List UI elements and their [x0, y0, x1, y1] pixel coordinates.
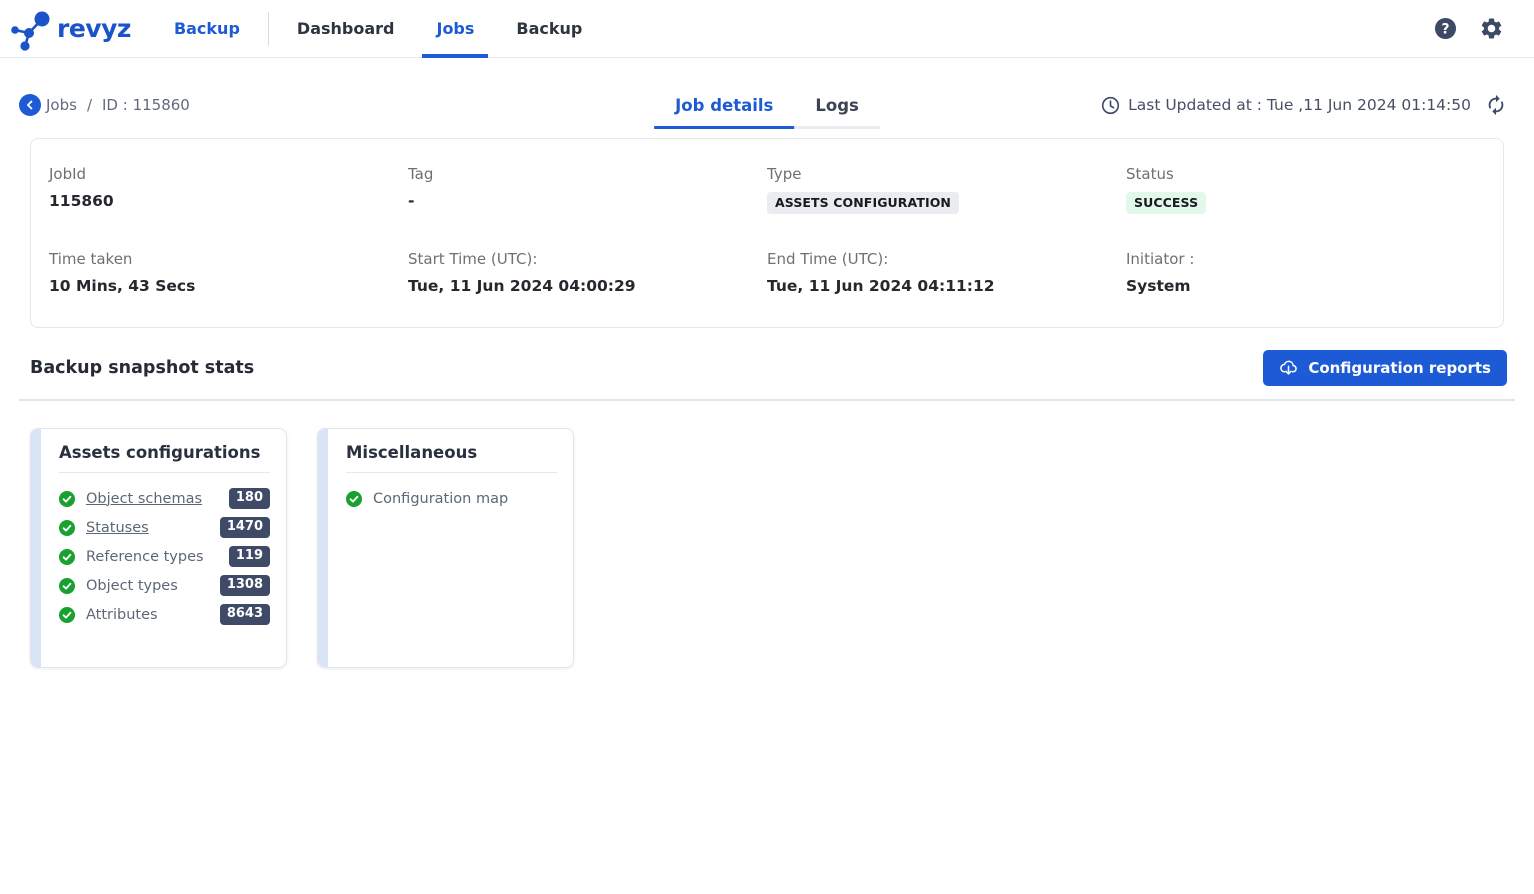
- detail-tabs: Job details Logs: [654, 96, 880, 129]
- brand-name: revyz: [57, 14, 131, 43]
- status-badge: SUCCESS: [1126, 192, 1206, 214]
- check-circle-icon: [59, 520, 75, 536]
- miscellaneous-card: Miscellaneous Configuration map: [317, 428, 574, 668]
- reports-button-label: Configuration reports: [1308, 359, 1491, 377]
- stat-item-label: Attributes: [86, 607, 158, 623]
- job-details-card: JobId 115860 Tag - Type ASSETS CONFIGURA…: [30, 138, 1504, 328]
- stat-cards-row: Assets configurations Object schemas 180…: [30, 428, 1504, 668]
- svg-text:?: ?: [1441, 21, 1449, 37]
- field-value: Tue, 11 Jun 2024 04:11:12: [767, 277, 1126, 295]
- cloud-download-icon: [1279, 358, 1298, 377]
- chevron-left-icon: [23, 98, 37, 112]
- type-badge: ASSETS CONFIGURATION: [767, 192, 959, 214]
- help-icon[interactable]: ?: [1434, 17, 1457, 40]
- card-title: Miscellaneous: [346, 443, 557, 473]
- field-value: Tue, 11 Jun 2024 04:00:29: [408, 277, 767, 295]
- count-badge: 119: [229, 546, 270, 568]
- assets-configurations-card: Assets configurations Object schemas 180…: [30, 428, 287, 668]
- field-initiator: Initiator : System: [1126, 250, 1485, 295]
- count-badge: 8643: [220, 604, 270, 626]
- field-label: End Time (UTC):: [767, 250, 1126, 268]
- field-label: Initiator :: [1126, 250, 1485, 268]
- nav-item-jobs[interactable]: Jobs: [415, 0, 495, 58]
- breadcrumb: Jobs / ID : 115860: [46, 96, 190, 114]
- field-status: Status SUCCESS: [1126, 165, 1485, 214]
- tab-job-details[interactable]: Job details: [654, 96, 794, 129]
- field-value: 10 Mins, 43 Secs: [49, 277, 408, 295]
- field-label: Start Time (UTC):: [408, 250, 767, 268]
- configuration-reports-button[interactable]: Configuration reports: [1263, 350, 1507, 386]
- snapshot-stats-header: Backup snapshot stats Configuration repo…: [30, 350, 1507, 386]
- revyz-molecule-icon: [8, 6, 54, 52]
- stat-item-label: Configuration map: [373, 491, 508, 507]
- field-label: Time taken: [49, 250, 408, 268]
- gear-icon[interactable]: [1479, 16, 1504, 41]
- breadcrumb-separator: /: [87, 96, 92, 114]
- stat-item-label: Object types: [86, 578, 178, 594]
- field-time-taken: Time taken 10 Mins, 43 Secs: [49, 250, 408, 295]
- field-end-time: End Time (UTC): Tue, 11 Jun 2024 04:11:1…: [767, 250, 1126, 295]
- count-badge: 1470: [220, 517, 270, 539]
- stat-item-reference-types: Reference types 119: [59, 542, 270, 571]
- field-label: Type: [767, 165, 1126, 183]
- check-circle-icon: [59, 607, 75, 623]
- field-value: System: [1126, 277, 1485, 295]
- refresh-icon[interactable]: [1485, 94, 1507, 116]
- stat-item-statuses: Statuses 1470: [59, 513, 270, 542]
- back-button[interactable]: [19, 94, 41, 116]
- navbar: revyz Backup Dashboard Jobs Backup ?: [0, 0, 1534, 58]
- stat-item-object-types: Object types 1308: [59, 571, 270, 600]
- last-updated: Last Updated at : Tue ,11 Jun 2024 01:14…: [1101, 94, 1507, 116]
- stat-item-attributes: Attributes 8643: [59, 600, 270, 629]
- card-list: Object schemas 180 Statuses 1470 Referen…: [59, 484, 270, 629]
- check-circle-icon: [346, 491, 362, 507]
- field-value: 115860: [49, 192, 408, 210]
- toolbar: Jobs / ID : 115860 Job details Logs Last…: [0, 58, 1534, 138]
- primary-nav: Backup Dashboard Jobs Backup: [153, 0, 603, 58]
- tab-logs[interactable]: Logs: [794, 96, 879, 126]
- clock-icon: [1101, 96, 1120, 115]
- stat-item-label[interactable]: Object schemas: [86, 491, 202, 507]
- check-circle-icon: [59, 578, 75, 594]
- field-label: Status: [1126, 165, 1485, 183]
- field-value: -: [408, 192, 767, 210]
- brand-logo[interactable]: revyz: [8, 6, 131, 52]
- navbar-actions: ?: [1434, 16, 1512, 41]
- field-label: Tag: [408, 165, 767, 183]
- nav-item-backup[interactable]: Backup: [495, 0, 603, 58]
- breadcrumb-current: ID : 115860: [102, 96, 190, 114]
- check-circle-icon: [59, 549, 75, 565]
- nav-item-dashboard[interactable]: Dashboard: [276, 0, 416, 58]
- nav-divider: [268, 12, 269, 46]
- stat-item-label: Reference types: [86, 549, 204, 565]
- card-title: Assets configurations: [59, 443, 270, 473]
- count-badge: 1308: [220, 575, 270, 597]
- stat-item-label[interactable]: Statuses: [86, 520, 149, 536]
- field-tag: Tag -: [408, 165, 767, 214]
- stat-item-object-schemas: Object schemas 180: [59, 484, 270, 513]
- section-divider: [19, 399, 1515, 401]
- count-badge: 180: [229, 488, 270, 510]
- check-circle-icon: [59, 491, 75, 507]
- last-updated-text: Last Updated at : Tue ,11 Jun 2024 01:14…: [1128, 96, 1471, 114]
- stat-item-configuration-map: Configuration map: [346, 484, 557, 513]
- card-list: Configuration map: [346, 484, 557, 513]
- breadcrumb-jobs[interactable]: Jobs: [46, 96, 77, 114]
- nav-item-backup-app[interactable]: Backup: [153, 0, 261, 58]
- field-type: Type ASSETS CONFIGURATION: [767, 165, 1126, 214]
- field-start-time: Start Time (UTC): Tue, 11 Jun 2024 04:00…: [408, 250, 767, 295]
- field-label: JobId: [49, 165, 408, 183]
- section-title: Backup snapshot stats: [30, 358, 254, 378]
- field-jobid: JobId 115860: [49, 165, 408, 214]
